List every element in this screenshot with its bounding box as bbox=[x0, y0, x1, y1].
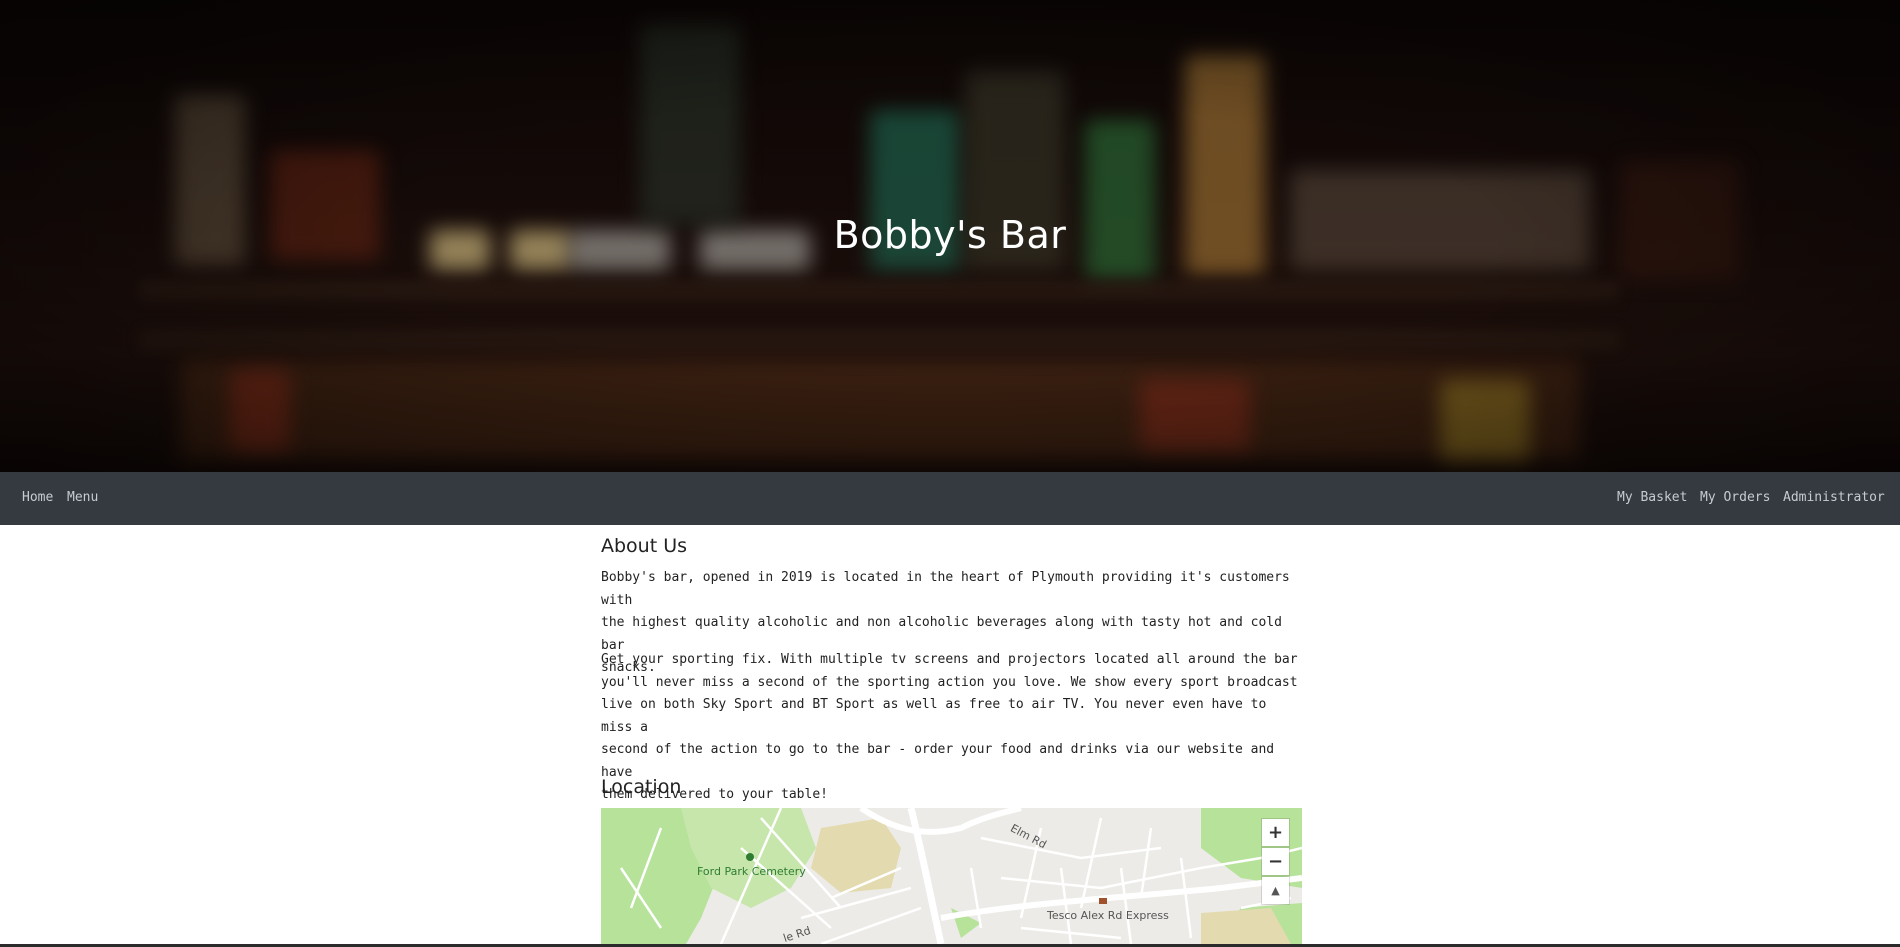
map-zoom-in-button[interactable]: + bbox=[1262, 819, 1289, 846]
about-p2-line: them delivered to your table! bbox=[601, 787, 828, 802]
about-p2-line: you'll never miss a second of the sporti… bbox=[601, 674, 1298, 690]
navbar: Home Menu My Basket My Orders Administra… bbox=[0, 472, 1900, 525]
map-compass-button[interactable]: ▲ bbox=[1262, 877, 1289, 904]
about-p2-line: second of the action to go to the bar - … bbox=[601, 742, 1275, 780]
nav-menu-link[interactable]: Menu bbox=[67, 490, 98, 505]
about-us-heading: About Us bbox=[601, 535, 688, 557]
site-title: Bobby's Bar bbox=[833, 213, 1067, 257]
about-p1-line: Bobby's bar, opened in 2019 is located i… bbox=[601, 570, 1290, 608]
about-p2-line: Get your sporting fix. With multiple tv … bbox=[601, 652, 1298, 667]
nav-administrator-link[interactable]: Administrator bbox=[1783, 490, 1885, 505]
about-p2-line: live on both Sky Sport and BT Sport as w… bbox=[601, 697, 1267, 735]
compass-icon: ▲ bbox=[1271, 884, 1280, 897]
map-label-tesco: Tesco Alex Rd Express bbox=[1047, 909, 1169, 922]
nav-my-orders-link[interactable]: My Orders bbox=[1700, 490, 1770, 505]
nav-home-link[interactable]: Home bbox=[22, 490, 53, 505]
map-zoom-out-button[interactable]: − bbox=[1262, 848, 1289, 875]
hero-banner: Bobby's Bar bbox=[0, 0, 1900, 472]
map-label-cemetery: Ford Park Cemetery bbox=[697, 865, 806, 878]
nav-my-basket-link[interactable]: My Basket bbox=[1617, 490, 1687, 505]
location-map[interactable]: Ford Park Cemetery Elm Rd Tesco Alex Rd … bbox=[601, 808, 1302, 944]
location-heading: Location bbox=[601, 776, 682, 798]
about-paragraph-2: Get your sporting fix. With multiple tv … bbox=[601, 649, 1302, 807]
